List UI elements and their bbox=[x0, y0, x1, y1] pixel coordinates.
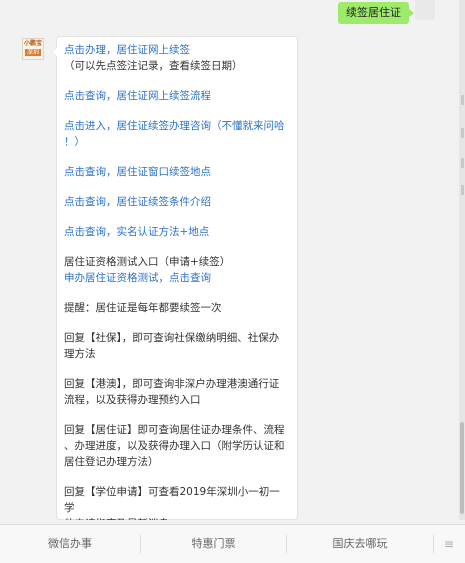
message-paragraph: 点击办理，居住证网上续签 （可以先点签注记录，查看续签日期） bbox=[64, 42, 290, 74]
message-paragraph: 提醒：居住证是每年都要续签一次 bbox=[64, 300, 290, 316]
message-link[interactable]: 点击查询，居住证续签条件介绍 bbox=[64, 194, 290, 210]
message-text: 、办理进度，以及获得办理入口（附学历认证和 bbox=[64, 440, 285, 452]
message-paragraph: 点击进入，居住证续签办理咨询（不懂就来问哈！） bbox=[64, 118, 290, 150]
message-paragraph: 回复【港澳】，即可查询非深户办理港澳通行证 流程，以及获得办理预约入口 bbox=[64, 376, 290, 408]
menu-item-national-day-travel[interactable]: 国庆去哪玩 bbox=[287, 525, 433, 563]
scroll-mark bbox=[461, 128, 464, 138]
message-link[interactable]: 点击查询，居住证网上续签流程 bbox=[64, 88, 290, 104]
keyboard-toggle-icon[interactable]: ≡ bbox=[433, 525, 465, 563]
message-text: 提醒：居住证是每年都要续签一次 bbox=[64, 302, 222, 314]
scroll-thumb[interactable] bbox=[460, 422, 464, 514]
message-link[interactable]: 点击查询，居住证窗口续签地点 bbox=[64, 164, 290, 180]
message-paragraph: 居住证资格测试入口（申请+续签） 申办居住证资格测试，点击查询 bbox=[64, 254, 290, 286]
bottom-menu: 微信办事 特惠门票 国庆去哪玩 ≡ bbox=[0, 524, 465, 563]
message-text: 居住证资格测试入口（申请+续签） bbox=[64, 256, 231, 268]
chat-area: 续签居住证 小鹏宝 深圳 点击办理，居住证网上续签 （可以先点签注记录，查看续签日… bbox=[0, 0, 459, 520]
scroll-mark bbox=[461, 95, 464, 105]
menu-item-wechat-service[interactable]: 微信办事 bbox=[0, 525, 140, 563]
message-text: 回复【社保】，即可查询社保缴纳明细、社保办 bbox=[64, 332, 280, 344]
message-link[interactable]: 点击办理，居住证网上续签 bbox=[64, 42, 290, 58]
scroll-mark bbox=[461, 185, 464, 195]
message-paragraph: 回复【学位申请】可查看2019年深圳小一初一学位申请指南及最新消息 bbox=[64, 484, 290, 520]
outgoing-message[interactable]: 续签居住证 bbox=[338, 2, 414, 24]
message-text: 居住登记办理方法） bbox=[64, 456, 159, 468]
message-link[interactable]: 申办居住证资格测试，点击查询 bbox=[64, 270, 290, 286]
menu-item-discount-tickets[interactable]: 特惠门票 bbox=[141, 525, 286, 563]
incoming-message: 点击办理，居住证网上续签 （可以先点签注记录，查看续签日期） 点击查询，居住证网上续… bbox=[51, 36, 298, 520]
message-paragraph: 回复【社保】，即可查询社保缴纳明细、社保办 理方法 bbox=[64, 330, 290, 362]
avatar-line-1: 小鹏宝 bbox=[23, 40, 42, 47]
user-avatar[interactable] bbox=[415, 0, 435, 20]
scroll-mark bbox=[461, 158, 464, 168]
message-paragraph: 点击查询，居住证窗口续签地点 bbox=[64, 164, 290, 180]
message-text: 流程，以及获得办理预约入口 bbox=[64, 394, 201, 406]
message-link[interactable]: 点击查询，实名认证方法+地点 bbox=[64, 224, 290, 240]
message-text: 回复【居住证】即可查询居住证办理条件、流程 bbox=[64, 424, 285, 436]
message-link[interactable]: 点击进入，居住证续签办理咨询（不懂就来问哈 bbox=[64, 118, 290, 134]
message-text: 位申请指南及最新消息 bbox=[64, 516, 290, 520]
account-avatar[interactable]: 小鹏宝 深圳 bbox=[22, 38, 44, 60]
message-paragraph: 点击查询，居住证续签条件介绍 bbox=[64, 194, 290, 210]
message-paragraph: 回复【居住证】即可查询居住证办理条件、流程 、办理进度，以及获得办理入口（附学历认… bbox=[64, 422, 290, 470]
message-paragraph: 点击查询，居住证网上续签流程 bbox=[64, 88, 290, 104]
message-text: 理方法 bbox=[64, 348, 96, 360]
message-text: 回复【学位申请】可查看2019年深圳小一初一学 bbox=[64, 486, 280, 514]
message-paragraph: 点击查询，实名认证方法+地点 bbox=[64, 224, 290, 240]
scrollbar[interactable] bbox=[459, 0, 465, 520]
message-text: 回复【港澳】，即可查询非深户办理港澳通行证 bbox=[64, 378, 280, 390]
message-link[interactable]: ！） bbox=[64, 134, 290, 150]
message-text: （可以先点签注记录，查看续签日期） bbox=[64, 60, 243, 72]
avatar-line-2: 深圳 bbox=[25, 49, 41, 56]
